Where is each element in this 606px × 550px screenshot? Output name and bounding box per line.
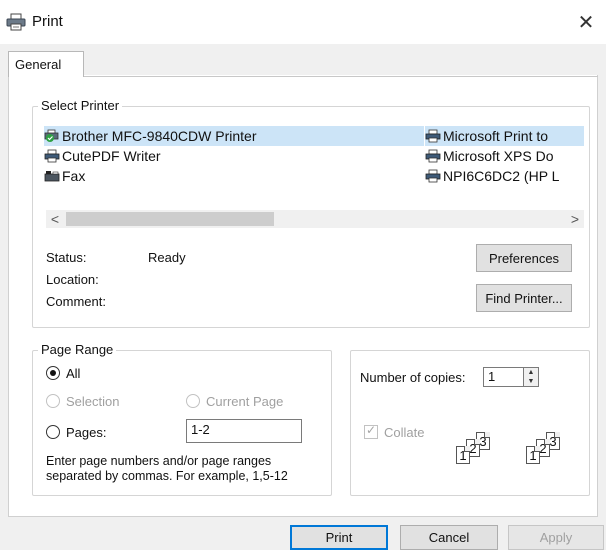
printer-icon — [44, 149, 60, 163]
printer-item[interactable]: Microsoft XPS Do — [425, 146, 584, 166]
scroll-left-button[interactable]: < — [46, 210, 64, 228]
printer-name: NPI6C6DC2 (HP L — [443, 168, 560, 184]
printer-item[interactable]: Microsoft Print to — [425, 126, 584, 146]
radio-indicator — [46, 394, 60, 408]
printer-icon — [425, 129, 441, 143]
pages-input[interactable]: 1-2 — [186, 419, 302, 443]
radio-indicator — [46, 366, 60, 380]
window-title: Print — [32, 13, 63, 30]
radio-indicator — [186, 394, 200, 408]
tab-general[interactable]: General — [8, 51, 84, 77]
collate-checkbox[interactable]: Collate — [364, 423, 444, 442]
checkbox-indicator — [364, 423, 378, 439]
collate-label: Collate — [384, 425, 425, 440]
tab-strip-divider — [84, 76, 598, 77]
location-label: Location: — [46, 272, 99, 287]
printer-name: Fax — [62, 168, 86, 184]
all-label: All — [66, 366, 81, 381]
printer-name: CutePDF Writer — [62, 148, 161, 164]
title-bar — [0, 0, 606, 44]
printer-name: Microsoft XPS Do — [443, 148, 554, 164]
selection-radio[interactable]: Selection — [46, 393, 156, 411]
printer-item[interactable]: NPI6C6DC2 (HP L — [425, 166, 584, 186]
status-label: Status: — [46, 250, 87, 265]
all-radio[interactable]: All — [46, 365, 106, 383]
selection-label: Selection — [66, 394, 120, 409]
current-page-label: Current Page — [206, 394, 284, 409]
page-1: 1 — [456, 446, 470, 464]
current-page-radio[interactable]: Current Page — [186, 393, 306, 411]
page-range-hint: Enter page numbers and/or page ranges se… — [46, 454, 288, 483]
status-value: Ready — [148, 250, 186, 265]
printer-item[interactable]: CutePDF Writer — [44, 146, 424, 166]
printer-name: Brother MFC-9840CDW Printer — [62, 128, 257, 144]
pages-label: Pages: — [66, 425, 107, 440]
spin-down-icon[interactable]: ▼ — [524, 377, 538, 386]
page-range-legend: Page Range — [38, 342, 117, 357]
select-printer-legend: Select Printer — [38, 98, 123, 113]
number-of-copies-label: Number of copies: — [360, 370, 466, 385]
collate-pages-icon: 3 2 1 — [456, 432, 516, 468]
default-printer-icon — [44, 129, 60, 143]
pages-radio[interactable]: Pages: — [46, 424, 136, 442]
page-1: 1 — [526, 446, 540, 464]
tab-label: General — [15, 57, 62, 72]
printer-icon — [425, 169, 441, 183]
copies-spinner[interactable]: ▲ ▼ — [523, 367, 539, 387]
close-button[interactable]: ✕ — [572, 10, 600, 36]
printer-icon — [425, 149, 441, 163]
printer-name: Microsoft Print to — [443, 128, 549, 144]
print-button[interactable]: Print — [290, 525, 388, 550]
comment-label: Comment: — [46, 294, 106, 309]
preferences-button[interactable]: Preferences — [476, 244, 572, 272]
scroll-right-button[interactable]: > — [566, 210, 584, 228]
printer-icon — [6, 13, 26, 31]
radio-indicator — [46, 425, 60, 439]
copies-input[interactable]: 1 — [483, 367, 525, 387]
printer-list-scrollbar[interactable]: < > — [46, 210, 584, 228]
printer-item[interactable]: Brother MFC-9840CDW Printer — [44, 126, 424, 146]
fax-icon — [44, 169, 60, 183]
apply-button[interactable]: Apply — [508, 525, 604, 550]
spin-up-icon[interactable]: ▲ — [524, 368, 538, 377]
scrollbar-thumb[interactable] — [66, 212, 274, 226]
printer-item[interactable]: Fax — [44, 166, 424, 186]
find-printer-button[interactable]: Find Printer... — [476, 284, 572, 312]
cancel-button[interactable]: Cancel — [400, 525, 498, 550]
collate-pages-icon: 3 2 1 — [526, 432, 586, 468]
